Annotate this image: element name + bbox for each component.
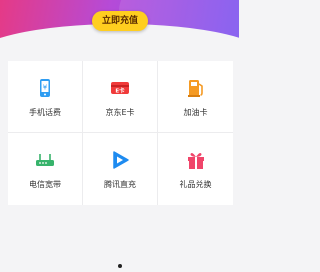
mobile-phone-icon: ¥ [40,78,50,97]
service-grid: ¥ 手机话费 E卡 京东E卡 加油卡 电信宽带 腾讯直充 礼品兑换 [8,61,233,205]
service-label: 腾讯直充 [104,180,136,189]
recharge-now-button[interactable]: 立即充值 [92,11,148,31]
service-jd-ecard[interactable]: E卡 京东E卡 [83,61,158,133]
service-gift-redeem[interactable]: 礼品兑换 [158,133,233,205]
fuel-pump-icon [187,79,203,97]
jd-ecard-icon: E卡 [111,81,129,94]
service-fuel-card[interactable]: 加油卡 [158,61,233,133]
service-mobile-topup[interactable]: ¥ 手机话费 [8,61,83,133]
service-label: 加油卡 [183,107,208,117]
service-label: 礼品兑换 [179,180,212,189]
service-label: 京东E卡 [105,107,135,117]
svg-text:E卡: E卡 [115,86,125,94]
router-icon [36,154,54,166]
gift-icon [187,153,204,169]
service-telecom-broadband[interactable]: 电信宽带 [8,133,83,205]
service-label: 手机话费 [29,107,61,117]
play-icon [113,151,129,169]
service-label: 电信宽带 [29,180,61,189]
page-indicator-dot [118,264,122,268]
svg-text:¥: ¥ [43,83,48,91]
service-tencent-recharge[interactable]: 腾讯直充 [83,133,158,205]
